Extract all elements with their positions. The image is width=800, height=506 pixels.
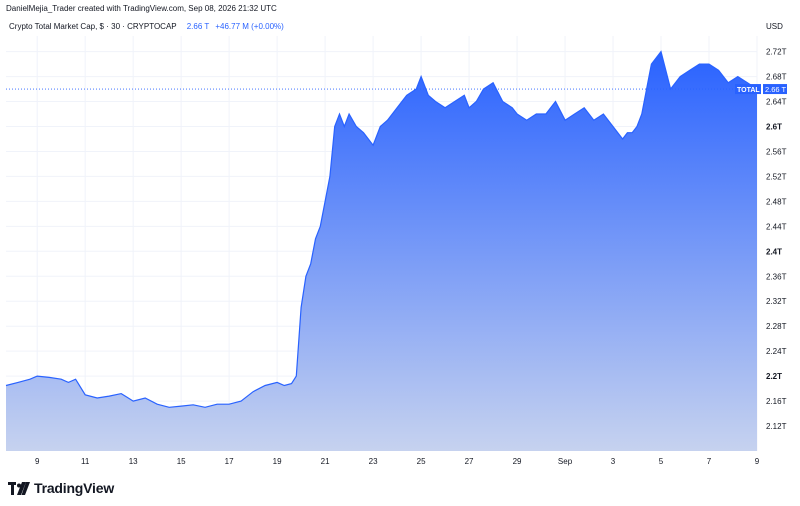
x-tick-label: 27 [465, 457, 474, 466]
x-tick-label: Sep [558, 457, 573, 466]
y-tick-label: 2.12T [766, 422, 787, 431]
y-tick-label: 2.52T [766, 172, 787, 181]
x-tick-label: 11 [81, 457, 90, 466]
x-tick-label: 19 [273, 457, 282, 466]
y-tick-label: 2.68T [766, 73, 787, 82]
x-tick-label: 21 [321, 457, 330, 466]
y-tick-label: 2.56T [766, 147, 787, 156]
y-tick-label: 2.6T [766, 122, 782, 131]
y-tick-label: 2.44T [766, 222, 787, 231]
y-tick-label: 2.4T [766, 247, 782, 256]
x-tick-label: 9 [35, 457, 40, 466]
y-tick-label: 2.24T [766, 347, 787, 356]
tradingview-logo-icon [8, 481, 30, 495]
price-chart[interactable]: 2.72T 2.68T 2.64T 2.6T 2.56T 2.52T 2.48T 2.44T 2… [0, 0, 800, 506]
y-tick-label: 2.28T [766, 322, 787, 331]
y-tick-label: 2.32T [766, 297, 787, 306]
x-tick-label: 13 [129, 457, 138, 466]
x-tick-label: 29 [513, 457, 522, 466]
x-tick-label: 17 [225, 457, 234, 466]
y-tick-label: 2.16T [766, 397, 787, 406]
x-tick-label: 15 [177, 457, 186, 466]
y-tick-label: 2.64T [766, 98, 787, 107]
y-tick-label: 2.36T [766, 272, 787, 281]
x-tick-label: 25 [417, 457, 426, 466]
x-tick-label: 3 [611, 457, 616, 466]
price-tag: 2.66 T [765, 85, 787, 94]
x-tick-label: 5 [659, 457, 664, 466]
y-tick-label: 2.72T [766, 48, 787, 57]
brand-name: TradingView [34, 480, 115, 496]
symbol-tag: TOTAL [737, 87, 760, 94]
y-tick-label: 2.48T [766, 197, 787, 206]
x-tick-label: 23 [369, 457, 378, 466]
x-tick-label: 7 [707, 457, 712, 466]
x-tick-label: 9 [755, 457, 760, 466]
y-tick-label: 2.2T [766, 372, 782, 381]
last-price-tag: TOTAL 2.66 T [735, 84, 787, 95]
tradingview-brand[interactable]: TradingView [8, 480, 114, 496]
